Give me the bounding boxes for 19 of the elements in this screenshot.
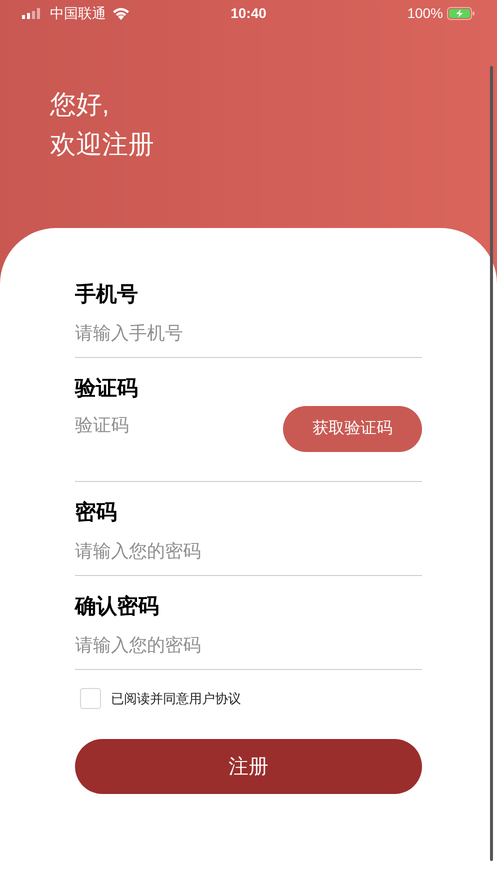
input-field[interactable]: 验证码 — [75, 412, 283, 439]
agreement-text: 已阅读并同意用户协议 — [111, 690, 241, 708]
input-field[interactable]: 请输入您的密码 — [75, 538, 422, 565]
battery-percent: 100% — [407, 4, 443, 22]
register-button[interactable]: 注册 — [75, 739, 422, 794]
wifi-icon — [112, 6, 130, 20]
field-label: 确认密码 — [75, 594, 160, 620]
greeting-text: 您好, — [50, 88, 110, 121]
field-label: 验证码 — [75, 376, 139, 402]
carrier-name: 中国联通 — [50, 4, 106, 22]
input-field[interactable]: 请输入手机号 — [75, 320, 422, 347]
status-time: 10:40 — [230, 4, 266, 22]
input-field[interactable]: 请输入您的密码 — [75, 632, 422, 659]
get-code-button[interactable]: 获取验证码 — [283, 406, 422, 452]
battery-icon — [447, 6, 475, 20]
field-label: 手机号 — [75, 282, 139, 308]
agreement-checkbox[interactable] — [80, 688, 101, 709]
greeting-text: 欢迎注册 — [50, 128, 155, 161]
field-label: 密码 — [75, 500, 118, 526]
